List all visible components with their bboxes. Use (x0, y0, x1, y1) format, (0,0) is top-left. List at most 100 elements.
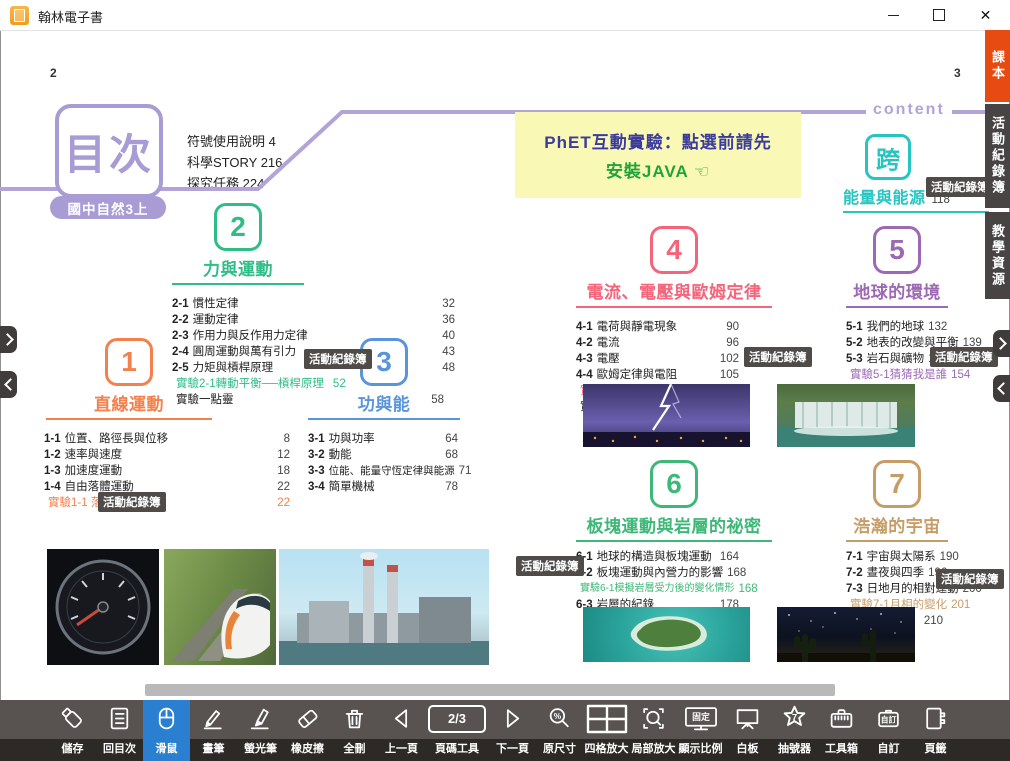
next-page-button[interactable]: 下一頁 (489, 700, 536, 761)
svg-text:自訂: 自訂 (881, 714, 897, 724)
activity-badge[interactable]: 活動紀錄簿 (304, 349, 372, 369)
phet-java-note: PhET互動實驗：點選前請先 安裝JAVA ☜ (515, 112, 801, 198)
toc-row[interactable]: 1-4自由落體運動22 (44, 479, 290, 495)
toc-row[interactable]: 3-3位能、能量守恆定律與能源71 (308, 463, 458, 479)
delete-all-button[interactable]: 全刪 (331, 700, 378, 761)
activity-badge[interactable]: 活動紀錄簿 (926, 177, 994, 197)
toc-row[interactable]: 1-3加速度運動18 (44, 463, 290, 479)
eraser-tool-button[interactable]: 橡皮擦 (284, 700, 331, 761)
mouse-tool-button[interactable]: 滑鼠 (143, 700, 190, 761)
zoom-percent-icon: % (546, 700, 573, 737)
minimize-button[interactable] (871, 0, 916, 30)
number-picker-button[interactable]: 7 工具箱 抽號器 (771, 700, 818, 761)
toc-row-experiment[interactable]: 實驗5-1猜猜我是誰154 (846, 367, 943, 383)
toc-row[interactable]: 4-1電荷與靜電現象90 (576, 319, 739, 335)
bookmark-icon (922, 700, 949, 737)
toc-row[interactable]: 7-2晝夜與四季196 (846, 565, 943, 581)
activity-badge[interactable]: 活動紀錄簿 (930, 347, 998, 367)
pen-tool-button[interactable]: 畫筆 (190, 700, 237, 761)
toc-row[interactable]: 1-2速率與速度12 (44, 447, 290, 463)
chevron-left-icon (4, 378, 17, 391)
page-indicator[interactable]: 2/3 (428, 705, 486, 733)
highlighter-tool-button[interactable]: 螢光筆 (237, 700, 284, 761)
page-number-tool[interactable]: 2/3 頁碼工具 (425, 700, 489, 761)
toc-row-experiment[interactable]: 實驗1-1 落體運動22 (44, 495, 290, 511)
page-tabs-button[interactable]: 頁籤 (912, 700, 959, 761)
page-back-arrow-left-edge[interactable] (0, 371, 17, 398)
toc-row[interactable]: 6-1地球的構造與板塊運動164 (576, 549, 739, 565)
chapter-title[interactable]: 力與運動 (172, 255, 304, 280)
toc-row-num: 3-2 (308, 447, 325, 463)
tab-textbook[interactable]: 課本 (985, 30, 1010, 102)
toc-row-page: 68 (441, 447, 458, 463)
toc-row[interactable]: 4-4歐姆定律與電阻105 (576, 367, 739, 383)
toc-row-num: 5-3 (846, 351, 863, 367)
cross-unit-title[interactable]: 能量與能源 (843, 184, 926, 208)
toc-row-num: 4-1 (576, 319, 593, 335)
chapter-title[interactable]: 地球的環境 (846, 278, 948, 303)
toc-row-title: 位能、能量守恆定律與能源 (329, 463, 455, 479)
prev-page-icon (388, 700, 415, 737)
horizontal-scrollbar[interactable] (145, 684, 835, 696)
toc-row-num: 3-3 (308, 463, 325, 479)
phet-note-line2[interactable]: 安裝JAVA ☜ (606, 157, 710, 182)
page-forward-arrow-right-edge[interactable] (993, 330, 1010, 357)
toc-row-page: 36 (438, 312, 455, 328)
chapter-title[interactable]: 電流、電壓與歐姆定律 (576, 278, 772, 303)
tab-activity-workbook[interactable]: 活動紀錄簿 (985, 104, 1010, 208)
toc-row[interactable]: 2-2運動定律36 (172, 312, 455, 328)
tab-teaching-resources[interactable]: 教學資源 (985, 212, 1010, 299)
original-size-button[interactable]: % 原尺寸 (536, 700, 583, 761)
toc-row-num: 2-5 (172, 360, 189, 376)
chapter-title[interactable]: 浩瀚的宇宙 (846, 512, 948, 537)
activity-badge[interactable]: 活動紀錄簿 (516, 556, 584, 576)
front-matter-item[interactable]: 探究任務 224 (187, 173, 282, 194)
chapter-6: 6 板塊運動與岩層的祕密 6-1地球的構造與板塊運動164 6-2板塊運動與內營… (576, 460, 772, 613)
close-button[interactable]: ✕ (963, 0, 1008, 30)
toc-row[interactable]: 7-3日地月的相對運動200 (846, 581, 943, 597)
activity-badge[interactable]: 活動紀錄簿 (936, 569, 1004, 589)
toc-row-experiment[interactable]: 實驗6-1模擬岩層受力後的變化情形168 (576, 581, 739, 597)
chapter-title[interactable]: 板塊運動與岩層的祕密 (576, 512, 772, 537)
area-zoom-icon (640, 700, 667, 737)
toc-row[interactable]: 3-1功與功率64 (308, 431, 458, 447)
toc-row[interactable]: 5-1我們的地球132 (846, 319, 943, 335)
toc-row[interactable]: 3-4簡單機械78 (308, 479, 458, 495)
activity-badge[interactable]: 活動紀錄簿 (744, 347, 812, 367)
toolbox-button[interactable]: 工具箱 (818, 700, 865, 761)
number-picker-icon: 7 (780, 700, 809, 737)
toc-row[interactable]: 1-1位置、路徑長與位移8 (44, 431, 290, 447)
four-grid-zoom-button[interactable]: 四格放大 (583, 700, 630, 761)
save-button[interactable]: 儲存 (49, 700, 96, 761)
toc-row-page: 102 (716, 351, 739, 367)
toc-row[interactable]: 5-2地表的改變與平衡139 (846, 335, 943, 351)
toc-row[interactable]: 7-1宇宙與太陽系190 (846, 549, 943, 565)
toc-row[interactable]: 3-2動能68 (308, 447, 458, 463)
display-ratio-button[interactable]: 固定 顯示比例 (677, 700, 724, 761)
area-zoom-button[interactable]: 局部放大 (630, 700, 677, 761)
toc-row[interactable]: 5-3岩石與礦物149 (846, 351, 943, 367)
front-matter-item[interactable]: 科學STORY 216 (187, 152, 282, 173)
back-to-toc-button[interactable]: 回目次 (96, 700, 143, 761)
toc-row-num: 2-2 (172, 312, 189, 328)
toc-row-title: 慣性定律 (193, 296, 239, 312)
toc-row[interactable]: 2-1慣性定律32 (172, 296, 455, 312)
toc-row-page: 71 (455, 463, 472, 479)
highlighter-icon (247, 700, 274, 737)
toc-row[interactable]: 4-3電壓102 (576, 351, 739, 367)
page-back-arrow-right-edge[interactable] (993, 375, 1010, 402)
maximize-button[interactable] (916, 0, 961, 30)
custom-icon: 自訂 (875, 700, 902, 737)
whiteboard-button[interactable]: 白板 (724, 700, 771, 761)
toc-row-title: 加速度運動 (65, 463, 123, 479)
custom-tools-button[interactable]: 自訂 自訂 (865, 700, 912, 761)
activity-badge[interactable]: 活動紀錄簿 (98, 492, 166, 512)
chapter-title[interactable]: 功與能 (308, 390, 460, 415)
previous-page-button[interactable]: 上一頁 (378, 700, 425, 761)
bottom-toolbar: 儲存 回目次 滑鼠 畫筆 螢光筆 (0, 700, 1010, 761)
front-matter-item[interactable]: 符號使用說明 4 (187, 131, 282, 152)
toc-row-title: 作用力與反作用力定律 (193, 328, 308, 344)
toc-row[interactable]: 4-2電流96 (576, 335, 739, 351)
toc-row[interactable]: 6-2板塊運動與內營力的影響168 (576, 565, 739, 581)
page-forward-arrow-left-edge[interactable] (0, 326, 17, 353)
